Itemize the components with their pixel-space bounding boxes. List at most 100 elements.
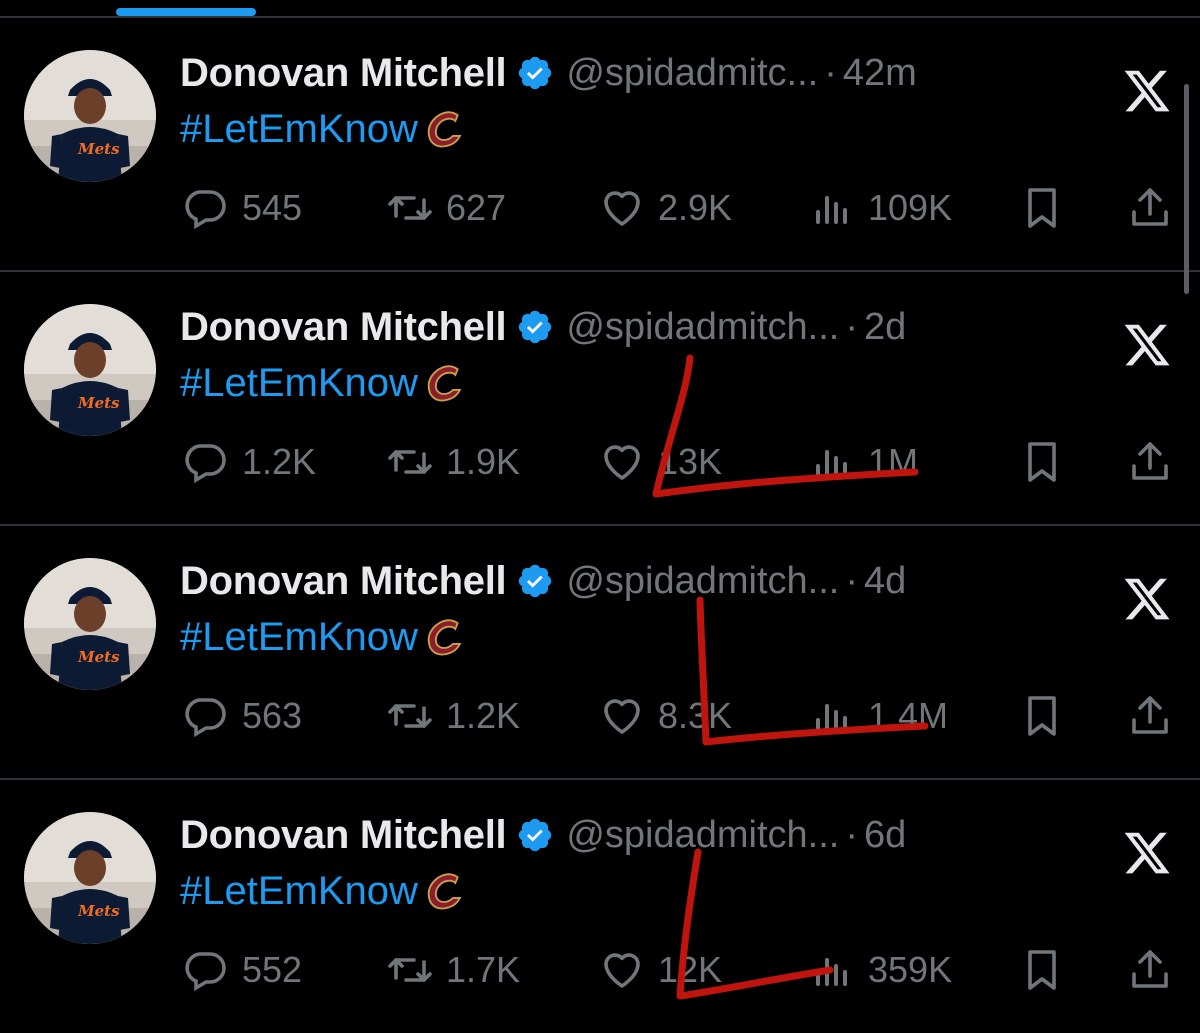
tweet-item[interactable]: Mets Donovan Mitchell @spidadmitch... · …: [0, 272, 1200, 526]
reply-button[interactable]: 545: [182, 184, 302, 232]
views-chart-icon: [816, 958, 847, 986]
author-handle[interactable]: @spidadmitch...: [566, 814, 839, 857]
heart-icon: [604, 953, 640, 988]
author-handle[interactable]: @spidadmitc...: [566, 52, 818, 95]
views-button[interactable]: 1M: [808, 438, 918, 486]
avatar-photo: Mets: [24, 50, 156, 182]
retweet-count: 1.2K: [446, 695, 521, 736]
meta-separator: ·: [824, 51, 837, 94]
active-tab-indicator: [116, 8, 256, 16]
timestamp[interactable]: 4d: [864, 560, 906, 603]
x-logo-icon[interactable]: [1122, 320, 1172, 370]
views-count: 359K: [868, 949, 953, 990]
author-name[interactable]: Donovan Mitchell: [180, 305, 507, 350]
views-button[interactable]: 109K: [808, 184, 952, 232]
like-button[interactable]: 8.3K: [598, 692, 732, 740]
retweet-button[interactable]: 627: [386, 184, 506, 232]
x-logo-icon[interactable]: [1122, 828, 1172, 878]
cavaliers-logo-icon: [422, 360, 468, 406]
like-count: 13K: [658, 441, 723, 482]
like-button[interactable]: 12K: [598, 946, 722, 994]
share-button[interactable]: [1126, 438, 1174, 486]
reply-count: 552: [242, 949, 303, 990]
share-button[interactable]: [1126, 946, 1174, 994]
tweet-text: #LetEmKnow: [180, 358, 468, 408]
author-name[interactable]: Donovan Mitchell: [180, 51, 507, 96]
hashtag-link[interactable]: #LetEmKnow: [180, 361, 418, 406]
share-icon: [1132, 696, 1168, 734]
tweet-item[interactable]: Mets Donovan Mitchell @spidadmitch... · …: [0, 780, 1200, 1033]
verified-badge-icon[interactable]: [516, 562, 554, 600]
reply-button[interactable]: 563: [182, 692, 302, 740]
avatar[interactable]: Mets: [24, 812, 156, 944]
verified-badge-icon[interactable]: [516, 308, 554, 346]
share-button[interactable]: [1126, 692, 1174, 740]
timestamp[interactable]: 6d: [864, 814, 906, 857]
bookmark-icon: [1028, 188, 1056, 228]
tweet-text: #LetEmKnow: [180, 104, 468, 154]
hashtag-link[interactable]: #LetEmKnow: [180, 615, 418, 660]
share-icon: [1132, 442, 1168, 480]
svg-text:Mets: Mets: [77, 394, 120, 412]
avatar[interactable]: Mets: [24, 50, 156, 182]
like-count: 2.9K: [658, 187, 733, 228]
author-handle[interactable]: @spidadmitch...: [566, 306, 839, 349]
x-logo-icon[interactable]: [1122, 574, 1172, 624]
timestamp[interactable]: 42m: [843, 52, 917, 95]
retweet-icon: [388, 196, 432, 220]
tweet-item[interactable]: Mets Donovan Mitchell @spidadmitch... · …: [0, 526, 1200, 780]
like-button[interactable]: 13K: [598, 438, 722, 486]
avatar-photo: Mets: [24, 304, 156, 436]
scrollbar[interactable]: [1184, 84, 1189, 294]
share-button[interactable]: [1126, 184, 1174, 232]
tweet-header: Donovan Mitchell @spidadmitch... · 6d: [180, 810, 906, 860]
tweet-text: #LetEmKnow: [180, 612, 468, 662]
views-count: 1.4M: [868, 695, 949, 736]
retweet-button[interactable]: 1.2K: [386, 692, 520, 740]
reply-icon: [185, 952, 226, 992]
reply-icon: [185, 444, 226, 484]
bookmark-icon: [1028, 950, 1056, 990]
verified-badge-icon[interactable]: [516, 816, 554, 854]
retweet-button[interactable]: 1.9K: [386, 438, 520, 486]
author-name[interactable]: Donovan Mitchell: [180, 559, 507, 604]
bookmark-button[interactable]: [1018, 946, 1066, 994]
retweet-count: 1.9K: [446, 441, 521, 482]
reply-button[interactable]: 552: [182, 946, 302, 994]
meta-separator: ·: [845, 305, 859, 348]
avatar[interactable]: Mets: [24, 304, 156, 436]
like-button[interactable]: 2.9K: [598, 184, 732, 232]
svg-text:Mets: Mets: [77, 902, 120, 920]
author-name[interactable]: Donovan Mitchell: [180, 813, 507, 858]
hashtag-link[interactable]: #LetEmKnow: [180, 107, 418, 152]
reply-count: 1.2K: [242, 441, 317, 482]
views-chart-icon: [816, 196, 847, 224]
views-button[interactable]: 359K: [808, 946, 952, 994]
x-logo-icon[interactable]: [1122, 66, 1172, 116]
bookmark-button[interactable]: [1018, 438, 1066, 486]
avatar[interactable]: Mets: [24, 558, 156, 690]
reply-button[interactable]: 1.2K: [182, 438, 316, 486]
verified-badge-icon[interactable]: [516, 54, 554, 92]
hashtag-link[interactable]: #LetEmKnow: [180, 869, 418, 914]
retweet-icon: [388, 450, 432, 474]
reply-count: 545: [242, 187, 303, 228]
timeline-screen: Mets Donovan Mitchell @spidadmitc... · 4…: [0, 0, 1200, 1033]
author-handle[interactable]: @spidadmitch...: [566, 560, 839, 603]
share-icon: [1132, 188, 1168, 226]
reply-icon: [185, 698, 226, 738]
views-button[interactable]: 1.4M: [808, 692, 948, 740]
timestamp[interactable]: 2d: [864, 306, 906, 349]
bookmark-button[interactable]: [1018, 184, 1066, 232]
heart-icon: [604, 191, 640, 226]
like-count: 12K: [658, 949, 723, 990]
share-icon: [1132, 950, 1168, 988]
bookmark-button[interactable]: [1018, 692, 1066, 740]
retweet-count: 627: [446, 187, 507, 228]
views-chart-icon: [816, 450, 847, 478]
retweet-icon: [388, 704, 432, 728]
tweet-item[interactable]: Mets Donovan Mitchell @spidadmitc... · 4…: [0, 18, 1200, 272]
cavaliers-logo-icon: [422, 614, 468, 660]
views-chart-icon: [816, 704, 847, 732]
retweet-button[interactable]: 1.7K: [386, 946, 520, 994]
